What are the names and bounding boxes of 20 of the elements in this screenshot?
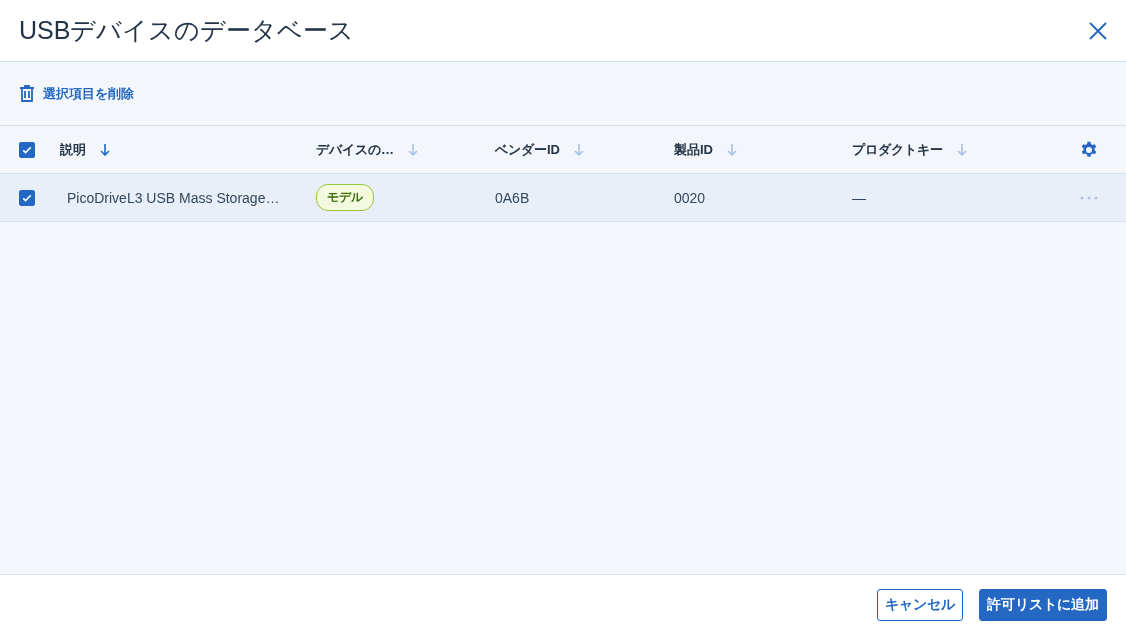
checkbox[interactable] (19, 141, 35, 158)
cancel-button[interactable]: キャンセル (877, 588, 963, 621)
column-header[interactable]: プロダクトキー (852, 140, 943, 159)
table-cell: 0020 (674, 189, 706, 206)
column-header[interactable]: 製品ID (674, 140, 713, 159)
column-header[interactable]: デバイスの… (316, 140, 394, 159)
trash-icon (19, 85, 35, 102)
column-header[interactable]: ベンダーID (495, 140, 560, 159)
table-cell: PicoDriveL3 USB Mass Storage… (67, 189, 280, 206)
add-to-allowlist-button[interactable]: 許可リストに追加 (979, 588, 1107, 621)
type-badge: モデル (316, 184, 374, 211)
settings-icon[interactable] (1080, 140, 1098, 159)
dialog-title: USBデバイスのデータベース (19, 15, 355, 46)
delete-selected-button[interactable]: 選択項目を削除 (19, 84, 134, 103)
checkbox[interactable] (19, 189, 35, 206)
sort-arrow-icon[interactable] (100, 143, 110, 156)
table-cell: — (852, 189, 866, 206)
column-header[interactable]: 説明 (60, 140, 86, 159)
close-icon[interactable] (1088, 20, 1108, 41)
table-cell: 0A6B (495, 189, 530, 206)
